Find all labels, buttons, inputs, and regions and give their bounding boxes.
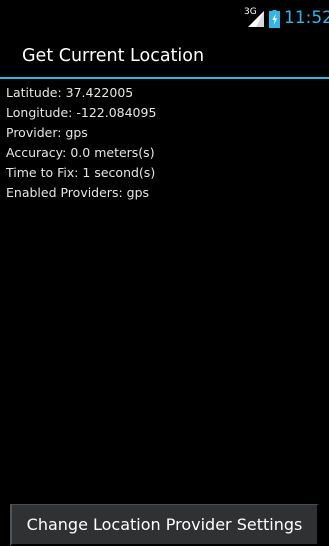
enabled-providers-text: Enabled Providers: gps <box>6 185 150 200</box>
location-details: Latitude: 37.422005 Longitude: -122.0840… <box>6 83 322 203</box>
cell-signal-icon: 3G <box>244 7 266 28</box>
latitude-text: Latitude: 37.422005 <box>6 85 134 100</box>
accuracy-text: Accuracy: 0.0 meters(s) <box>6 145 155 160</box>
provider-text: Provider: gps <box>6 125 88 140</box>
page-title: Get Current Location <box>22 46 205 66</box>
status-time: 11:52 <box>284 8 329 28</box>
action-bar: Get Current Location <box>0 34 329 76</box>
change-location-provider-settings-button[interactable]: Change Location Provider Settings <box>10 504 319 546</box>
status-bar: 3G 11:52 <box>0 0 329 34</box>
longitude-text: Longitude: -122.084095 <box>6 105 157 120</box>
time-to-fix-text: Time to Fix: 1 second(s) <box>6 165 156 180</box>
battery-charging-icon <box>269 10 280 28</box>
action-bar-divider <box>0 77 329 79</box>
